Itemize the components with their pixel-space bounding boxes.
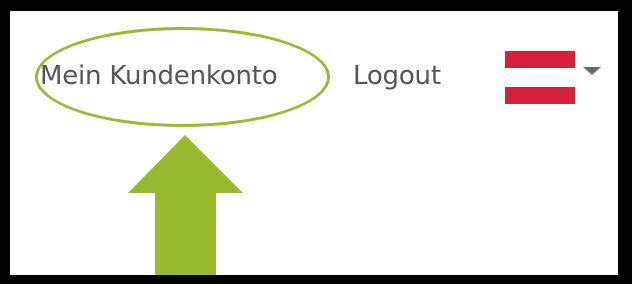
my-account-link[interactable]: Mein Kundenkonto	[40, 60, 278, 92]
flag-stripe-middle	[505, 68, 575, 85]
chevron-down-icon	[583, 67, 601, 75]
austria-flag-icon	[505, 51, 575, 104]
language-selector[interactable]	[505, 51, 615, 121]
flag-stripe-bottom	[505, 87, 575, 104]
header-panel: Mein Kundenkonto Logout	[10, 11, 618, 275]
screenshot-frame: Mein Kundenkonto Logout	[0, 0, 632, 284]
arrow-shape	[128, 135, 243, 275]
logout-link[interactable]: Logout	[353, 60, 441, 92]
flag-stripe-top	[505, 51, 575, 68]
pointer-arrow-icon	[128, 135, 243, 275]
